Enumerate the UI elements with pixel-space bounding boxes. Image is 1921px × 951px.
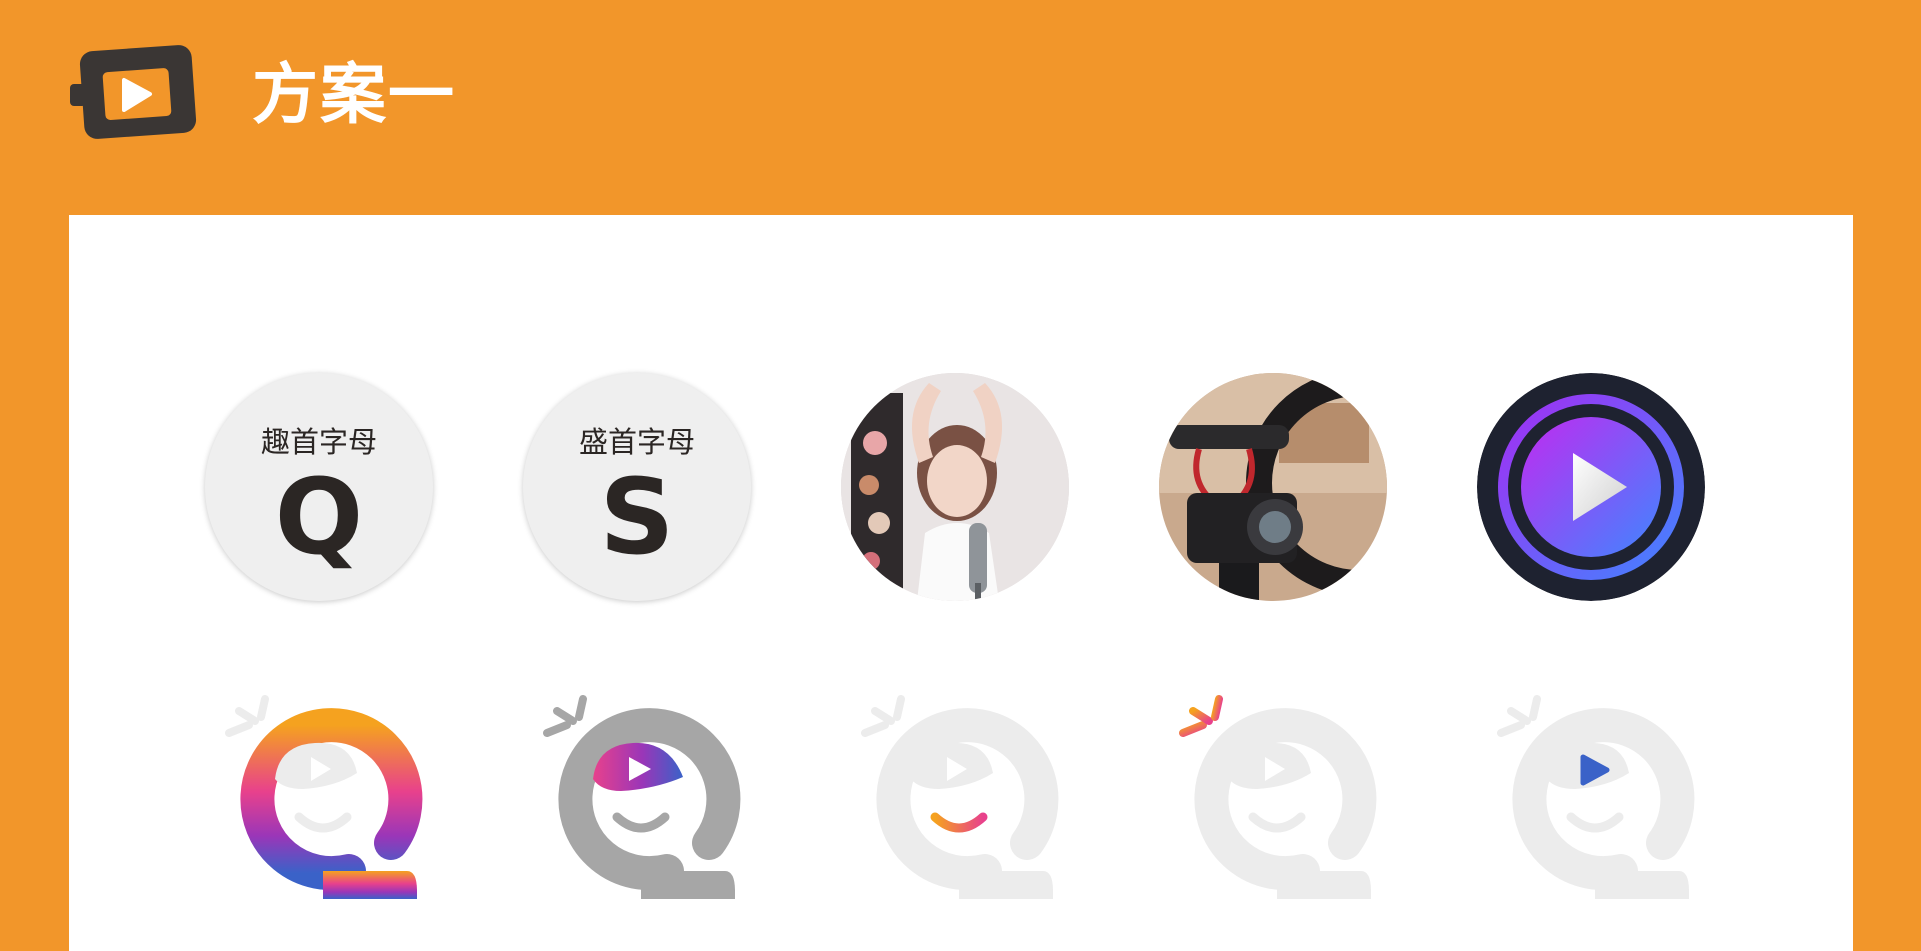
content-panel: 趣首字母 Q 盛首字母 S [69, 215, 1853, 951]
logo-variant-gray [537, 693, 757, 913]
page-title: 方案一 [252, 56, 456, 133]
avatar-photo-camera [1159, 373, 1387, 601]
avatar-caption: 趣首字母 [260, 425, 377, 459]
avatar-letter: S [599, 456, 675, 578]
logo-variant-sparks [1173, 693, 1393, 913]
play-button-icon [1477, 373, 1705, 601]
logo-variant-smile [855, 693, 1075, 913]
logo-variant-gradient [219, 693, 439, 913]
header-bar: 方案一 [0, 0, 1921, 215]
video-play-icon [68, 42, 200, 146]
avatar-letter-q: 趣首字母 Q [205, 373, 433, 601]
avatar-letter: Q [274, 456, 364, 578]
avatar-letter-s: 盛首字母 S [523, 373, 751, 601]
logo-variant-blue-play [1491, 693, 1711, 913]
avatar-photo-streamer [841, 373, 1069, 601]
avatar-caption: 盛首字母 [578, 425, 695, 459]
